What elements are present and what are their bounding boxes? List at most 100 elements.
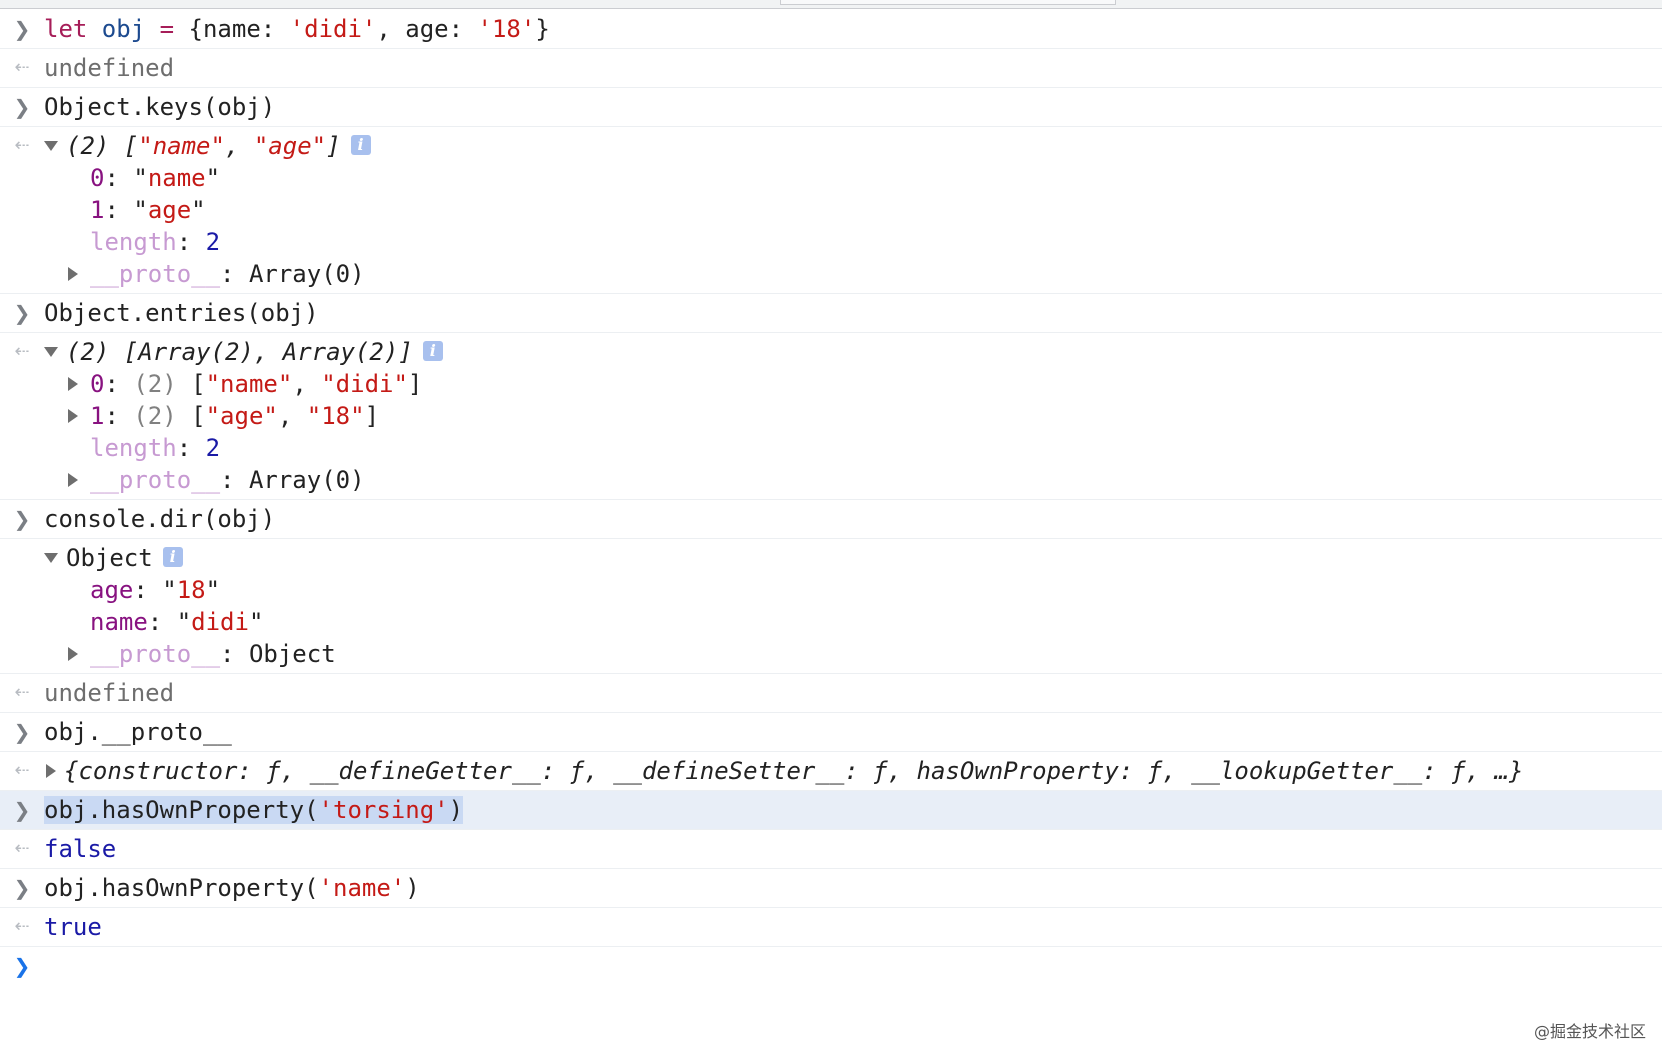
code-token: ƒ: [266, 757, 281, 785]
code-token: (2): [133, 370, 192, 398]
code-token: Object: [66, 544, 153, 572]
expand-triangle-icon[interactable]: [46, 764, 56, 778]
console-input-row: ❯ console.dir(obj): [0, 500, 1662, 539]
console-result-tree: ⇠ (2) [Array(2), Array(2)] i 0: (2) ["name"…: [0, 333, 1662, 500]
result-arrow-icon: ⇠: [14, 341, 30, 362]
console-prompt: ❯: [0, 947, 1662, 985]
code-token: ,: [224, 132, 254, 160]
info-icon[interactable]: i: [350, 135, 371, 155]
code-token: 'torsing': [318, 796, 449, 824]
code-token: ƒ: [569, 757, 585, 785]
console-prompt-input[interactable]: [44, 950, 1544, 982]
code-token: ": [176, 608, 192, 636]
code-token: :: [104, 196, 134, 224]
input-code[interactable]: obj.__proto__: [44, 718, 232, 746]
info-icon[interactable]: i: [162, 547, 183, 567]
input-code[interactable]: obj.hasOwnProperty('torsing'): [44, 796, 464, 824]
console-result-object: ⇠ {constructor: ƒ, __defineGetter__: ƒ, _…: [0, 752, 1662, 791]
input-chevron-icon: ❯: [13, 17, 31, 41]
code-token: : Object: [220, 640, 336, 668]
input-code[interactable]: Object.keys(obj): [44, 93, 275, 121]
tree-summary[interactable]: Object: [66, 544, 153, 572]
code-token: , …}: [1465, 757, 1524, 785]
code-token: age: [90, 576, 134, 604]
code-token: "age": [205, 402, 278, 430]
result-arrow-icon: ⇠: [14, 916, 30, 937]
code-token: "name": [205, 370, 293, 398]
console-messages[interactable]: ❯ let obj = {name: 'didi', age: '18'} ⇠ und…: [0, 10, 1662, 985]
code-token: '18': [477, 15, 536, 43]
tree-property[interactable]: __proto__: Array(0): [44, 258, 1662, 290]
code-token: ): [405, 874, 420, 902]
info-icon[interactable]: i: [422, 341, 443, 361]
console-input-row: ❯ obj.hasOwnProperty('torsing'): [0, 791, 1662, 830]
expand-triangle-icon[interactable]: [68, 409, 78, 423]
collapse-triangle-icon[interactable]: [44, 141, 58, 151]
tree-property[interactable]: 0: (2) ["name", "didi"]: [44, 368, 1662, 400]
object-preview[interactable]: {constructor: ƒ, __defineGetter__: ƒ, __…: [64, 757, 1523, 785]
expand-triangle-icon[interactable]: [68, 647, 78, 661]
input-chevron-icon: ❯: [13, 301, 31, 325]
code-token: , __lookupGetter__:: [1162, 757, 1452, 785]
code-token: }: [535, 15, 550, 43]
code-token: 18: [176, 576, 206, 604]
tree-property[interactable]: 1: (2) ["age", "18"]: [44, 400, 1662, 432]
console-result-row: ⇠ undefined: [0, 49, 1662, 88]
code-token: 2: [205, 228, 221, 256]
prompt-chevron-icon: ❯: [13, 954, 31, 978]
code-token: :: [133, 576, 163, 604]
code-token: ": [133, 164, 148, 192]
code-token: ,: [277, 402, 307, 430]
code-token: ": [205, 576, 221, 604]
console-input-row: ❯ Object.keys(obj): [0, 88, 1662, 127]
collapse-triangle-icon[interactable]: [44, 553, 58, 563]
tree-property: name: "didi": [44, 606, 1662, 638]
code-token: :: [104, 402, 134, 430]
code-token: length: [90, 228, 177, 256]
code-token: 1: [90, 196, 105, 224]
code-token: "didi": [321, 370, 408, 398]
code-token: :: [104, 370, 134, 398]
console-input-row: ❯ obj.hasOwnProperty('name'): [0, 869, 1662, 908]
code-token: :: [176, 228, 206, 256]
tree-summary[interactable]: (2) ["name", "age"]: [66, 132, 341, 160]
code-token: obj.hasOwnProperty(: [44, 874, 319, 902]
result-value: true: [44, 913, 102, 941]
input-code[interactable]: obj.hasOwnProperty('name'): [44, 874, 420, 902]
expand-triangle-icon[interactable]: [68, 473, 78, 487]
tree-property: length: 2: [44, 226, 1662, 258]
code-token: ": [191, 196, 206, 224]
code-token: ƒ: [873, 757, 888, 785]
tree-property: 0: "name": [44, 162, 1662, 194]
code-token: "18": [306, 402, 365, 430]
code-token: [: [191, 370, 206, 398]
devtools-tab-strip: [0, 0, 1662, 9]
code-token: : Array(0): [220, 466, 365, 494]
expand-triangle-icon[interactable]: [68, 377, 78, 391]
code-token: age: [147, 196, 192, 224]
input-code[interactable]: Object.entries(obj): [44, 299, 319, 327]
code-token: length: [90, 434, 177, 462]
input-code[interactable]: let obj = {name: 'didi', age: '18'}: [44, 15, 550, 43]
console-input-row: ❯ obj.__proto__: [0, 713, 1662, 752]
code-token: [: [191, 402, 206, 430]
tree-property[interactable]: __proto__: Array(0): [44, 464, 1662, 496]
code-token: , __defineGetter__:: [280, 757, 570, 785]
code-token: 2: [205, 434, 221, 462]
tree-property[interactable]: __proto__: Object: [44, 638, 1662, 670]
collapse-triangle-icon[interactable]: [44, 347, 58, 357]
input-chevron-icon: ❯: [13, 720, 31, 744]
code-token: obj: [101, 15, 146, 43]
expand-triangle-icon[interactable]: [68, 267, 78, 281]
code-token: , age:: [376, 15, 478, 43]
console-result-tree: ⇠ (2) ["name", "age"] i 0: "name" 1: "age" le…: [0, 127, 1662, 294]
code-token: ,: [292, 370, 322, 398]
code-token: =: [145, 15, 189, 43]
tree-summary[interactable]: (2) [Array(2), Array(2)]: [66, 338, 413, 366]
input-chevron-icon: ❯: [13, 876, 31, 900]
code-token: "name": [138, 132, 225, 160]
result-value: undefined: [44, 54, 175, 82]
code-token: :: [104, 164, 134, 192]
code-token: 0: [90, 370, 105, 398]
input-code[interactable]: console.dir(obj): [44, 505, 275, 533]
